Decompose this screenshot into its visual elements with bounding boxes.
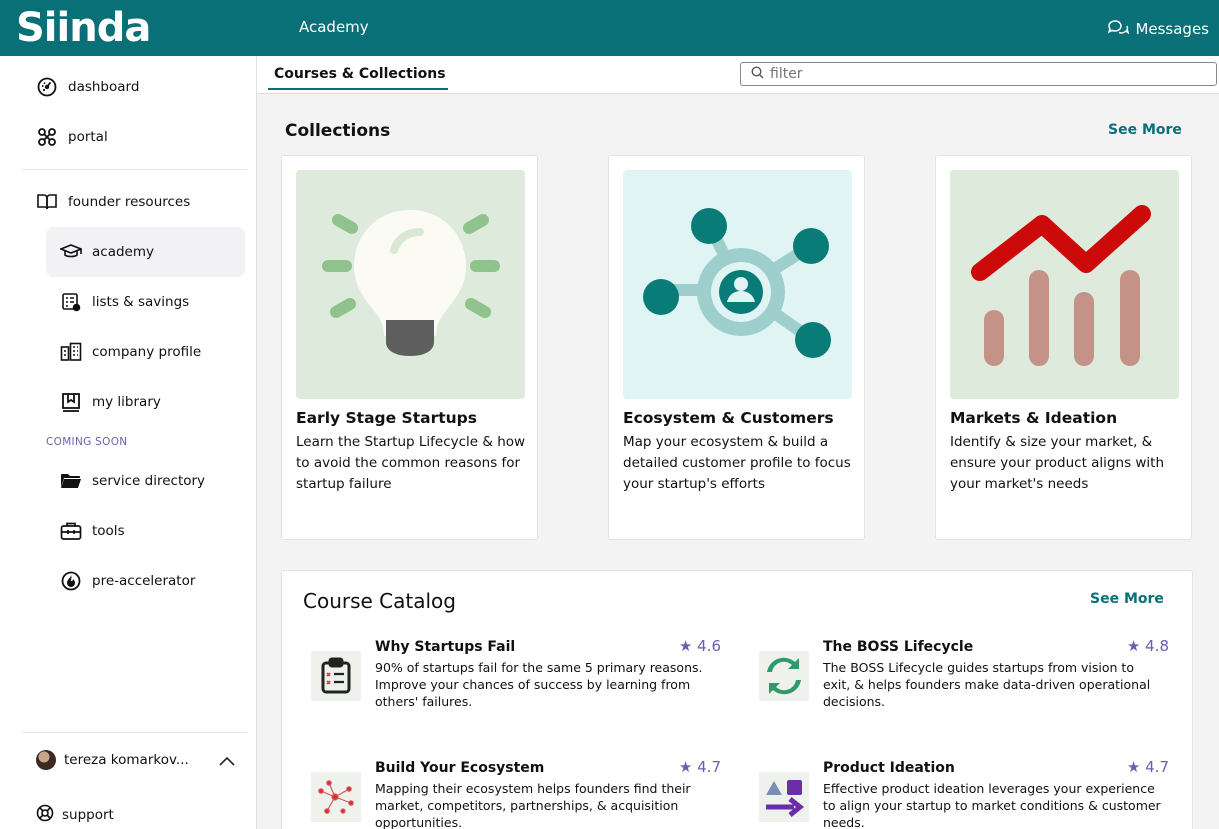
course-item-build-ecosystem[interactable]: Build Your Ecosystem ★ 4.7 Mapping their… [311,758,721,829]
course-item-product-ideation[interactable]: Product Ideation ★ 4.7 Effective product… [759,758,1169,829]
course-rating: ★ 4.7 [678,758,721,776]
folder-icon [60,470,82,492]
sidebar-item-dashboard[interactable]: dashboard [36,76,139,98]
collection-card-markets[interactable]: Markets & Ideation Identify & size your … [935,155,1192,540]
sidebar-divider [22,169,247,170]
course-catalog-heading: Course Catalog [303,589,456,613]
chevron-up-icon[interactable] [218,752,236,771]
card-description: Identify & size your market, & ensure yo… [950,434,1165,492]
search-icon [751,65,764,83]
support-link[interactable]: support [36,804,114,826]
sidebar-item-my-library[interactable]: my library [60,391,161,413]
collection-card-ecosystem[interactable]: Ecosystem & Customers Map your ecosystem… [608,155,865,540]
chart-illustration [950,170,1179,399]
sidebar-divider [22,732,247,733]
course-description: Effective product ideation leverages you… [823,781,1161,829]
course-description: Mapping their ecosystem helps founders f… [375,781,691,829]
messages-label: Messages [1135,20,1209,38]
course-title: Why Startups Fail [375,639,516,655]
sidebar-item-tools[interactable]: tools [60,520,125,542]
list-icon [60,291,82,313]
portal-icon [36,126,58,148]
card-title: Ecosystem & Customers [623,409,834,427]
app-logo[interactable]: Siinda [16,4,151,52]
card-title: Markets & Ideation [950,409,1118,427]
sidebar-item-founder-resources[interactable]: founder resources [36,191,190,213]
filter-box[interactable] [740,62,1217,86]
course-rating: ★ 4.6 [678,637,721,655]
sidebar-item-label: my library [92,394,161,410]
course-catalog-panel: Course Catalog See More Why Startups Fai… [281,570,1193,829]
avatar [36,750,56,770]
sidebar-item-portal[interactable]: portal [36,126,108,148]
course-title: Build Your Ecosystem [375,760,545,776]
course-description: 90% of startups fail for the same 5 prim… [375,660,703,709]
support-label: support [62,807,114,823]
dashboard-icon [36,76,58,98]
sidebar-item-label: founder resources [68,194,191,210]
lifebuoy-icon [36,804,54,826]
top-bar: Siinda Academy Messages [0,0,1219,56]
building-icon [60,341,82,363]
collections-heading: Collections [285,121,391,141]
chat-bubbles-icon [1107,18,1130,40]
course-item-boss-lifecycle[interactable]: The BOSS Lifecycle ★ 4.8 The BOSS Lifecy… [759,637,1169,729]
book-icon [36,191,58,213]
course-title: Product Ideation [823,760,955,776]
catalog-see-more-link[interactable]: See More [1090,591,1164,607]
bookmark-icon [60,391,82,413]
filter-input[interactable] [770,66,1190,82]
sidebar-item-pre-accelerator[interactable]: pre-accelerator [60,570,195,592]
sidebar-item-service-directory[interactable]: service directory [60,470,205,492]
card-description: Map your ecosystem & build a detailed cu… [623,434,851,492]
messages-button[interactable]: Messages [1107,18,1209,40]
sidebar-item-label: tools [92,523,125,539]
toolbox-icon [60,520,82,542]
clipboard-icon [311,651,361,701]
tab-courses-collections[interactable]: Courses & Collections [274,66,446,82]
sidebar-item-label: company profile [92,344,202,360]
collection-card-early-stage[interactable]: Early Stage Startups Learn the Startup L… [281,155,538,540]
network-graph-icon [311,772,361,822]
course-description: The BOSS Lifecycle guides startups from … [823,660,1151,709]
sub-header: Courses & Collections [257,56,1219,94]
course-rating: ★ 4.7 [1126,758,1169,776]
collections-see-more-link[interactable]: See More [1108,122,1182,138]
sidebar-item-label: portal [68,129,108,145]
flame-icon [60,570,82,592]
course-title: The BOSS Lifecycle [823,639,974,655]
shapes-arrow-icon [759,772,809,822]
sidebar-item-lists-savings[interactable]: lists & savings [60,291,189,313]
card-title: Early Stage Startups [296,409,477,427]
sidebar-item-label: service directory [92,473,206,489]
active-tab-underline [268,88,448,90]
graduation-cap-icon [60,241,82,263]
coming-soon-label: COMING SOON [46,436,128,448]
sidebar-item-label: dashboard [68,79,140,95]
sidebar-item-label: academy [92,244,154,260]
section-title: Academy [299,18,369,36]
course-item-why-startups-fail[interactable]: Why Startups Fail ★ 4.6 90% of startups … [311,637,721,729]
network-illustration [623,170,852,399]
sidebar-item-academy[interactable]: academy [60,241,154,263]
course-rating: ★ 4.8 [1126,637,1169,655]
user-name: tereza komarkov... [64,752,189,768]
sidebar-item-label: lists & savings [92,294,190,310]
sidebar: dashboard portal founder resources acade… [0,56,257,829]
card-description: Learn the Startup Lifecycle & how to avo… [296,434,526,492]
lightbulb-illustration [296,170,525,399]
sidebar-item-company-profile[interactable]: company profile [60,341,201,363]
cycle-arrows-icon [759,651,809,701]
user-menu[interactable]: tereza komarkov... [36,750,189,770]
sidebar-item-label: pre-accelerator [92,573,196,589]
